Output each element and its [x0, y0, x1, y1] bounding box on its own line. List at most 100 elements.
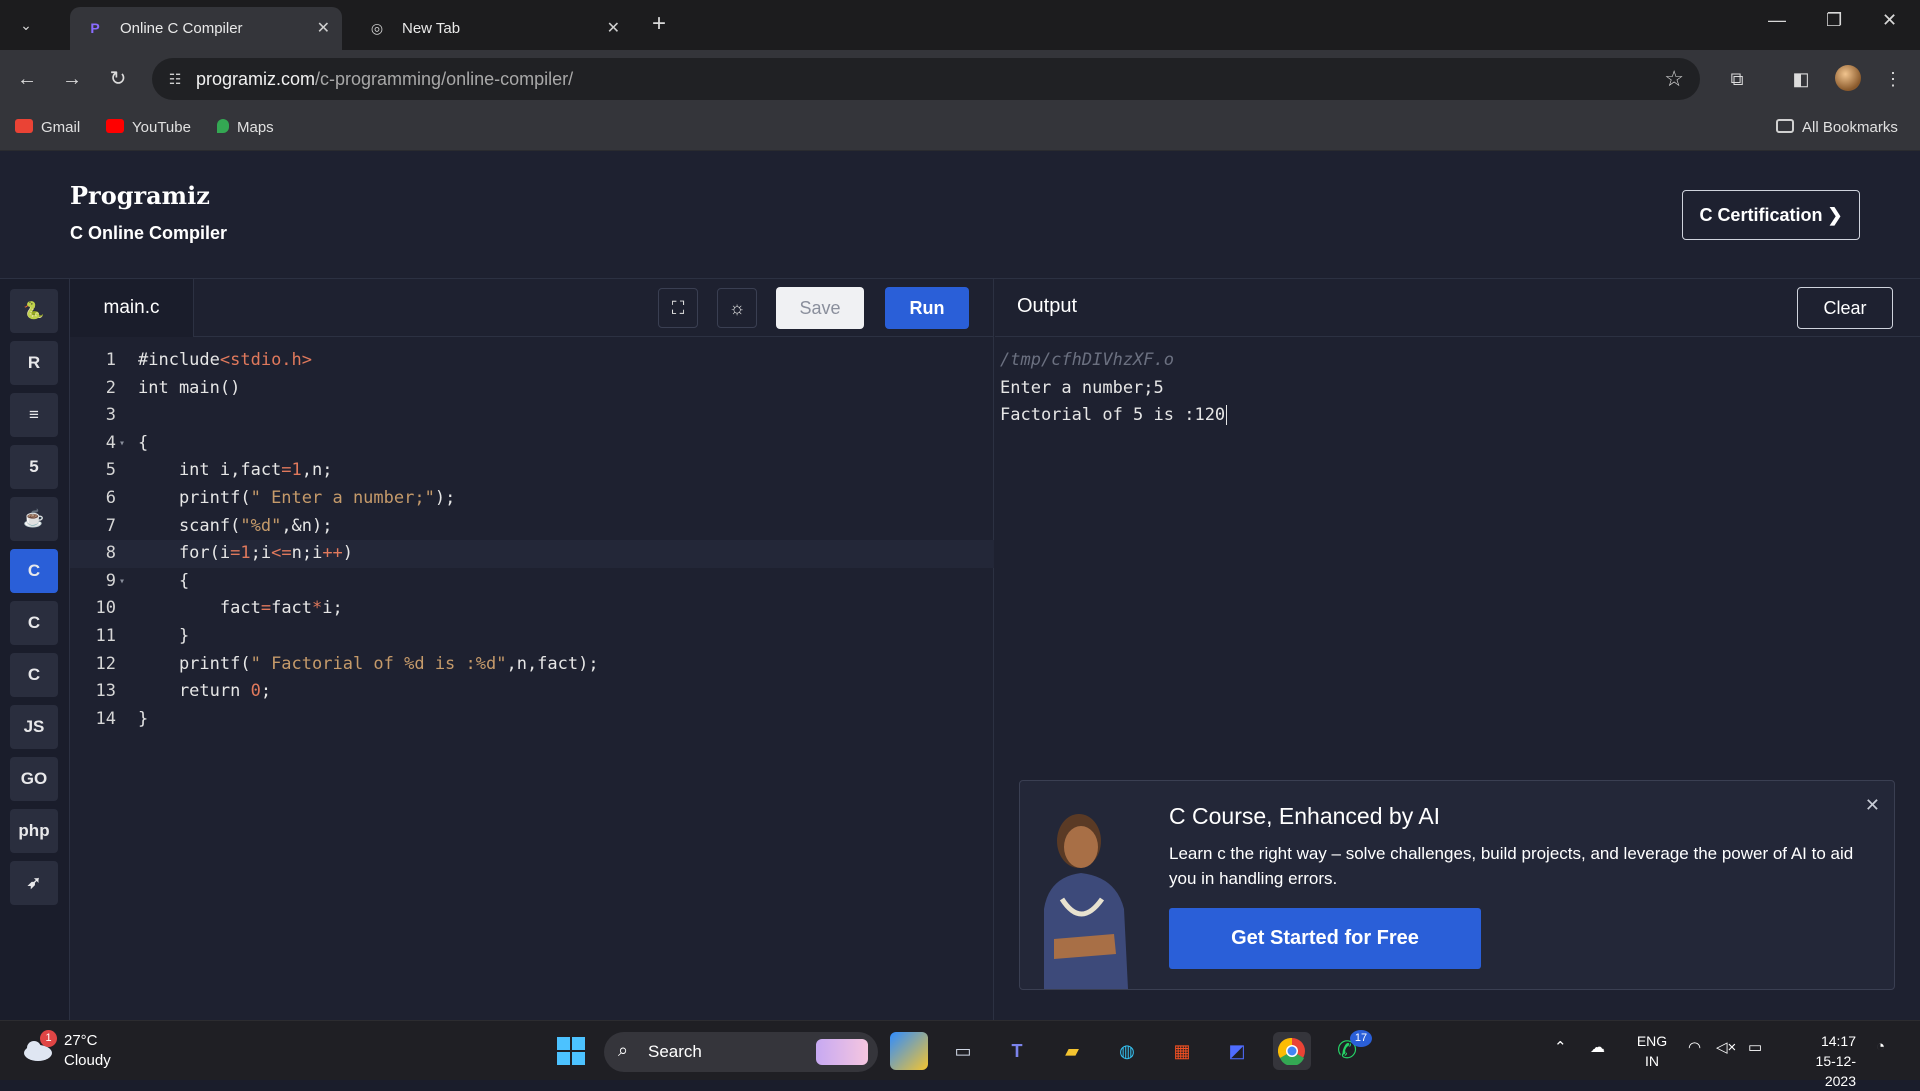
code-line[interactable]: 14}: [70, 706, 994, 734]
edge-icon[interactable]: ◍: [1108, 1032, 1146, 1070]
promo-close-icon[interactable]: ✕: [1865, 795, 1880, 816]
volume-muted-icon[interactable]: ◁×: [1716, 1038, 1736, 1056]
lang-php-icon[interactable]: php: [10, 809, 58, 853]
maps-icon: [217, 119, 229, 133]
tab-search-icon[interactable]: ⌄: [14, 13, 38, 37]
file-tab-main-c[interactable]: main.c: [70, 279, 194, 337]
lang-swift-icon[interactable]: ➶: [10, 861, 58, 905]
bookmark-maps[interactable]: Maps: [217, 119, 274, 136]
restore-icon[interactable]: ❐: [1826, 10, 1842, 31]
wifi-icon[interactable]: ◠: [1688, 1038, 1701, 1056]
code-editor-panel: main.c ⛶ ☼ Save Run 1 #include<stdio.h> 2 i…: [70, 279, 994, 1020]
code-text: #include<stdio.h>: [138, 350, 313, 370]
windows-start-icon[interactable]: [552, 1032, 590, 1070]
new-tab-icon[interactable]: +: [652, 10, 666, 38]
code-line[interactable]: 2 int main(): [70, 375, 994, 403]
lang-csharp-icon[interactable]: C: [10, 653, 58, 697]
code-text: printf(" Factorial of %d is :%d",n,fact)…: [138, 653, 599, 674]
theme-toggle-icon[interactable]: ☼: [717, 288, 757, 328]
temperature[interactable]: 27°C: [64, 1032, 98, 1049]
page: Programiz C Online Compiler C Certificat…: [0, 151, 1920, 1020]
site-header: Programiz C Online Compiler C Certificat…: [0, 151, 1920, 279]
minimize-icon[interactable]: —: [1768, 10, 1786, 31]
profile-avatar[interactable]: [1835, 65, 1861, 91]
tab-new-tab[interactable]: ◎ New Tab ✕: [352, 7, 632, 50]
windows-taskbar: 1 27°C Cloudy ⌕ Search ▭ T ▰ ◍ ▦ ◩ ✆ 17 …: [0, 1020, 1920, 1089]
site-info-icon[interactable]: ☷: [164, 68, 186, 90]
tab-online-c-compiler[interactable]: P Online C Compiler ✕: [70, 7, 342, 50]
lang-cpp-icon[interactable]: C: [10, 601, 58, 645]
task-view-icon[interactable]: ▭: [944, 1032, 982, 1070]
code-text: }: [138, 708, 149, 729]
notification-icon[interactable]: ◔: [1876, 1038, 1885, 1055]
onedrive-icon[interactable]: ☁: [1590, 1038, 1605, 1056]
microsoft-store-icon[interactable]: ▦: [1163, 1032, 1201, 1070]
lang-c-icon[interactable]: C: [10, 549, 58, 593]
lang-java-icon[interactable]: ☕: [10, 497, 58, 541]
window-close-icon[interactable]: ✕: [1882, 10, 1897, 31]
clear-button[interactable]: Clear: [1797, 287, 1893, 329]
bookmark-youtube[interactable]: YouTube: [106, 119, 191, 136]
bookmark-star-icon[interactable]: ☆: [1664, 66, 1684, 92]
code-line[interactable]: 13 return 0;: [70, 678, 994, 706]
lang-sql-icon[interactable]: ≡: [10, 393, 58, 437]
taskbar-search[interactable]: ⌕ Search: [604, 1032, 878, 1072]
address-bar[interactable]: ☷ programiz.com/c-programming/online-com…: [152, 58, 1700, 100]
save-button[interactable]: Save: [776, 287, 864, 329]
programiz-logo[interactable]: Programiz: [70, 181, 210, 210]
output-console[interactable]: /tmp/cfhDIVhzXF.o Enter a number;5 Facto…: [1000, 347, 1228, 430]
chrome-icon[interactable]: [1273, 1032, 1311, 1070]
code-line[interactable]: 4 ▾ {: [70, 430, 994, 458]
run-button[interactable]: Run: [885, 287, 969, 329]
fullscreen-icon[interactable]: ⛶: [658, 288, 698, 328]
side-panel-icon[interactable]: ◧: [1786, 64, 1816, 94]
extensions-icon[interactable]: ⧉: [1722, 64, 1752, 94]
file-explorer-icon[interactable]: ▰: [1053, 1032, 1091, 1070]
tab-title: New Tab: [402, 20, 461, 37]
code-line[interactable]: 12 printf(" Factorial of %d is :%d",n,fa…: [70, 651, 994, 679]
all-bookmarks[interactable]: All Bookmarks: [1776, 119, 1898, 136]
reload-icon[interactable]: ↻: [103, 64, 133, 94]
tray-overflow-icon[interactable]: ⌃: [1554, 1038, 1567, 1056]
code-line[interactable]: 8 for(i=1;i<=n;i++): [70, 540, 994, 568]
line-number: 2: [105, 377, 116, 398]
gmail-icon: [15, 119, 33, 133]
page-title: C Online Compiler: [70, 223, 228, 243]
lang-javascript-icon[interactable]: JS: [10, 705, 58, 749]
get-started-button[interactable]: Get Started for Free: [1169, 908, 1481, 969]
lang-python-icon[interactable]: 🐍: [10, 289, 58, 333]
back-icon[interactable]: ←: [12, 64, 42, 94]
teams-icon[interactable]: T: [998, 1032, 1036, 1070]
forward-icon[interactable]: →: [57, 64, 87, 94]
lang-html-icon[interactable]: 5: [10, 445, 58, 489]
lang-r-icon[interactable]: R: [10, 341, 58, 385]
c-certification-button[interactable]: C Certification ❯: [1682, 190, 1860, 240]
url-text[interactable]: programiz.com/c-programming/online-compi…: [196, 69, 573, 90]
code-line[interactable]: 6 printf(" Enter a number;");: [70, 485, 994, 513]
code-line[interactable]: 9 ▾ {: [70, 568, 994, 596]
code-line[interactable]: 1 #include<stdio.h>: [70, 347, 994, 375]
clock[interactable]: 14:17 15-12-2023: [1786, 1031, 1856, 1091]
code-line[interactable]: 10 fact=fact*i;: [70, 595, 994, 623]
output-line: Factorial of 5 is :120: [1000, 405, 1228, 426]
code-line[interactable]: 3: [70, 402, 994, 430]
code-line[interactable]: 7 scanf("%d",&n);: [70, 513, 994, 541]
tab-close-icon[interactable]: ✕: [317, 18, 330, 38]
lang-go-icon[interactable]: GO: [10, 757, 58, 801]
code-area[interactable]: 1 #include<stdio.h> 2 int main() 3 4 ▾{5 int i…: [70, 347, 994, 733]
code-line[interactable]: 11 }: [70, 623, 994, 651]
bookmark-gmail[interactable]: Gmail: [15, 119, 80, 136]
fold-arrow-icon[interactable]: ▾: [119, 430, 125, 458]
menu-kebab-icon[interactable]: ⋮: [1878, 64, 1908, 94]
fold-arrow-icon[interactable]: ▾: [119, 568, 125, 596]
promo-text: Learn c the right way – solve challenges…: [1169, 844, 1854, 888]
weather-condition[interactable]: Cloudy: [64, 1052, 111, 1069]
tab-close-icon[interactable]: ✕: [607, 18, 620, 38]
code-line[interactable]: 5 int i,fact=1,n;: [70, 457, 994, 485]
code-text: int main(): [138, 377, 241, 398]
copilot-icon[interactable]: [890, 1032, 928, 1070]
app-icon[interactable]: ◩: [1218, 1032, 1256, 1070]
language-indicator[interactable]: ENG IN: [1636, 1031, 1668, 1071]
battery-icon[interactable]: ▭: [1748, 1038, 1762, 1056]
line-number: 10: [95, 598, 116, 619]
